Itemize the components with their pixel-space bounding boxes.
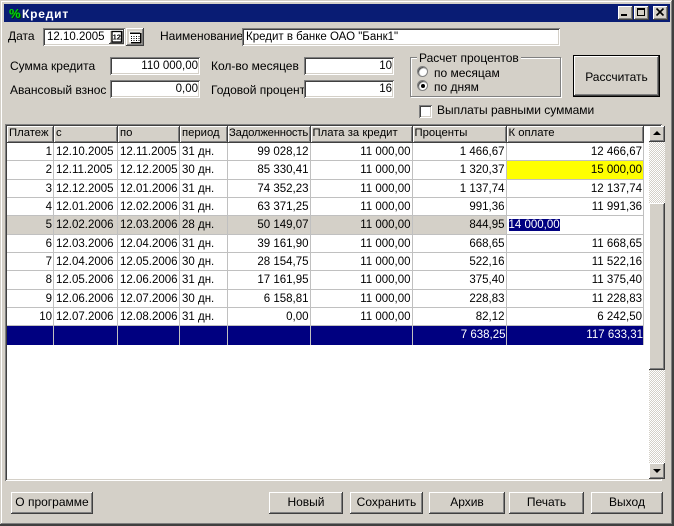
svg-text:12: 12 <box>113 32 121 41</box>
